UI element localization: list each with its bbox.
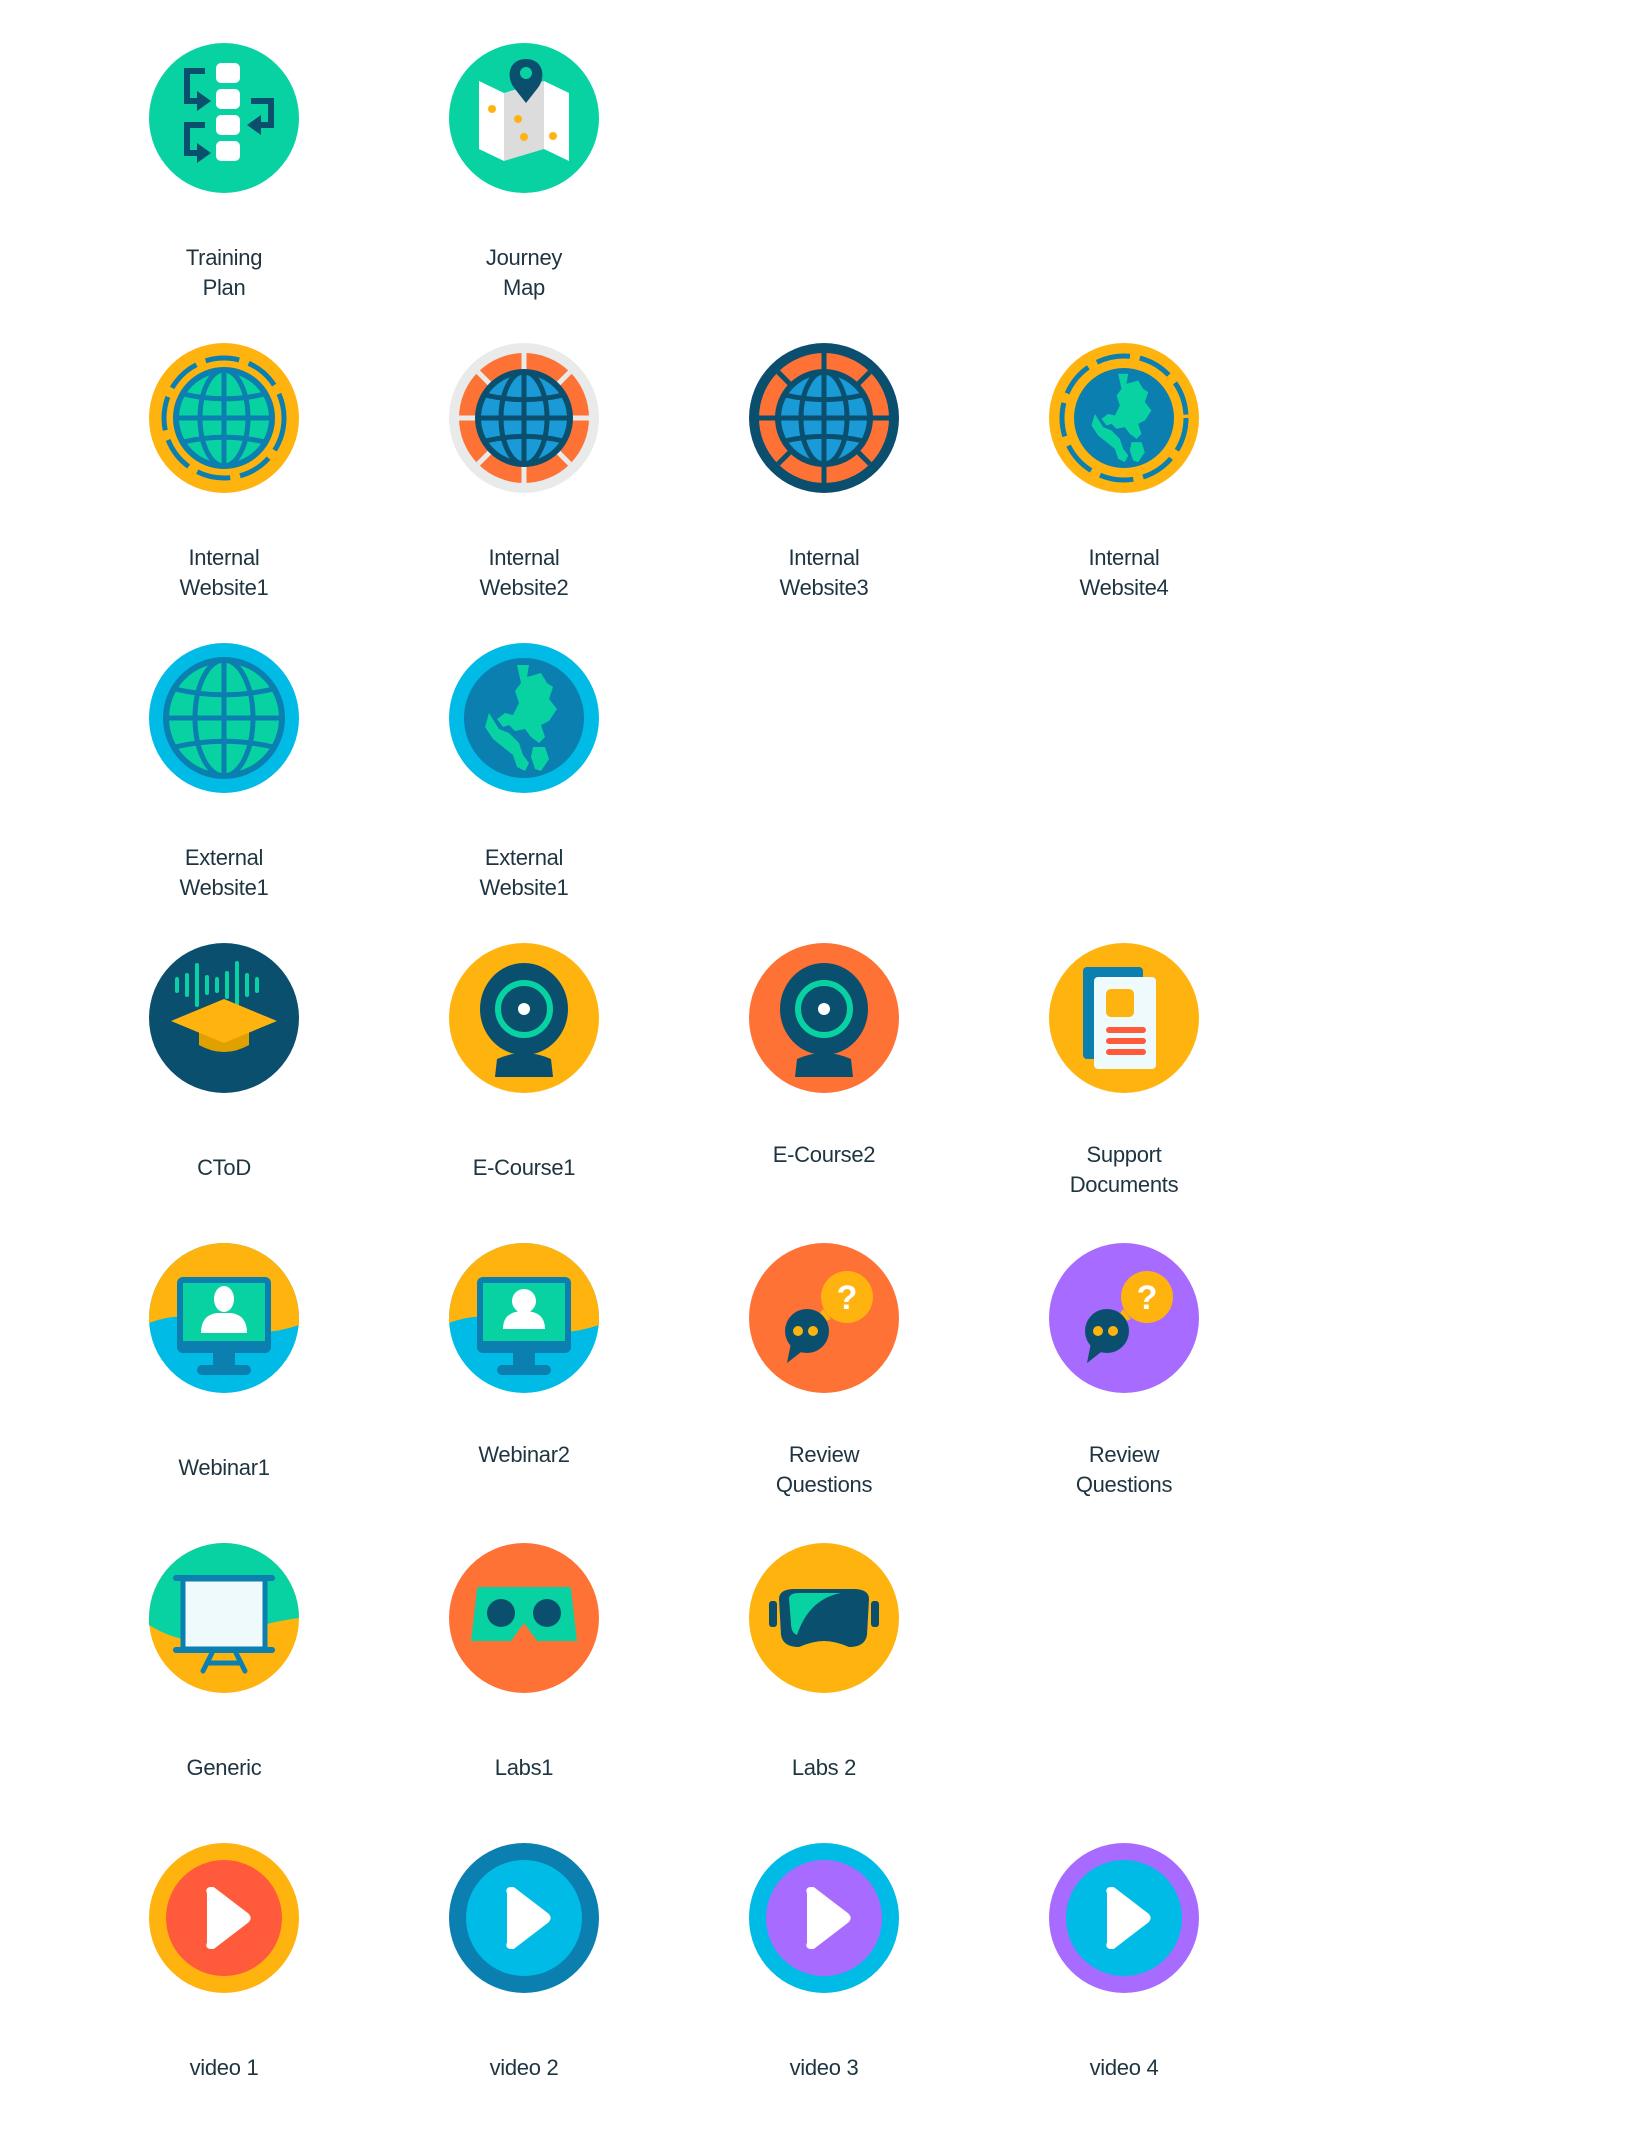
globe-icon xyxy=(149,643,299,793)
tile-label: Labs1 xyxy=(394,1753,654,1783)
tile-label-line: CToD xyxy=(197,1155,251,1180)
tile-label: E-Course2 xyxy=(694,1140,954,1170)
training-plan-icon xyxy=(149,43,299,193)
tile-label-line: Training xyxy=(185,245,263,270)
tile-label: E-Course1 xyxy=(394,1153,654,1183)
tile-label-line: Internal xyxy=(188,545,260,570)
tile-label: Webinar1 xyxy=(94,1453,354,1483)
tile-label-line: Labs1 xyxy=(494,1755,554,1780)
tile-label: Internal Website2 xyxy=(394,543,654,603)
tile-label: Review Questions xyxy=(694,1440,954,1500)
tile-label: Support Documents xyxy=(994,1140,1254,1200)
tile-label: Journey Map xyxy=(394,243,654,303)
play-icon xyxy=(749,1843,899,1993)
globe-icon xyxy=(149,343,299,493)
tile-label-line: Website1 xyxy=(179,875,269,900)
webcam-icon xyxy=(749,943,899,1093)
tile-label: CToD xyxy=(94,1153,354,1183)
presentation-board-icon xyxy=(149,1543,299,1693)
journey-map-icon xyxy=(449,43,599,193)
tile-label-line: Webinar1 xyxy=(178,1455,270,1480)
tile-label-line: External xyxy=(484,845,564,870)
tile-label-line: Review xyxy=(788,1442,860,1467)
tile-label-line: video 3 xyxy=(789,2055,859,2080)
tile-label: Generic xyxy=(94,1753,354,1783)
tile-label-line: Website4 xyxy=(1079,575,1169,600)
svg-text:?: ? xyxy=(837,1279,858,1317)
tile-label-line: video 2 xyxy=(489,2055,559,2080)
tile-label: video 3 xyxy=(694,2053,954,2083)
tile-label-line: Support xyxy=(1086,1142,1162,1167)
tile-label: video 2 xyxy=(394,2053,654,2083)
tile-label-line: E-Course1 xyxy=(472,1155,576,1180)
play-icon xyxy=(449,1843,599,1993)
tile-label: video 4 xyxy=(994,2053,1254,2083)
tile-label: Internal Website1 xyxy=(94,543,354,603)
tile-label-line: video 4 xyxy=(1089,2055,1159,2080)
tile-label-line: Labs 2 xyxy=(791,1755,857,1780)
tile-label-line: Internal xyxy=(1088,545,1160,570)
tile-label-line: Website3 xyxy=(779,575,869,600)
tile-label: Internal Website4 xyxy=(994,543,1254,603)
tile-label-line: Website2 xyxy=(479,575,569,600)
tile-label-line: E-Course2 xyxy=(772,1142,876,1167)
chat-question-icon: ? xyxy=(1049,1243,1199,1393)
tile-label-line: Journey xyxy=(485,245,563,270)
play-icon xyxy=(1049,1843,1199,1993)
earth-icon xyxy=(449,643,599,793)
tile-label-line: Map xyxy=(503,275,545,300)
tile-label-line: External xyxy=(184,845,264,870)
tile-label: Labs 2 xyxy=(694,1753,954,1783)
tile-label-line: Internal xyxy=(788,545,860,570)
vr-headset-icon xyxy=(749,1543,899,1693)
tile-label-line: Review xyxy=(1088,1442,1160,1467)
chat-question-icon: ? xyxy=(749,1243,899,1393)
globe-icon xyxy=(749,343,899,493)
svg-text:?: ? xyxy=(1137,1279,1158,1317)
tile-label-line: Webinar2 xyxy=(478,1442,570,1467)
tile-label-line: Website1 xyxy=(479,875,569,900)
document-icon xyxy=(1049,943,1199,1093)
tile-label: video 1 xyxy=(94,2053,354,2083)
monitor-user-icon xyxy=(149,1243,299,1393)
tile-label: Review Questions xyxy=(994,1440,1254,1500)
tile-label: Webinar2 xyxy=(394,1440,654,1470)
tile-label-line: Generic xyxy=(186,1755,262,1780)
vr-cardboard-icon xyxy=(449,1543,599,1693)
tile-label-line: video 1 xyxy=(189,2055,259,2080)
tile-label: Training Plan xyxy=(94,243,354,303)
tile-label: External Website1 xyxy=(94,843,354,903)
tile-label: Internal Website3 xyxy=(694,543,954,603)
tile-label-line: Website1 xyxy=(179,575,269,600)
tile-label-line: Questions xyxy=(775,1472,873,1497)
tile-label: External Website1 xyxy=(394,843,654,903)
globe-icon xyxy=(449,343,599,493)
play-icon xyxy=(149,1843,299,1993)
graduation-cap-icon xyxy=(149,943,299,1093)
tile-label-line: Questions xyxy=(1075,1472,1173,1497)
webcam-icon xyxy=(449,943,599,1093)
earth-icon xyxy=(1049,343,1199,493)
tile-label-line: Documents xyxy=(1069,1172,1179,1197)
monitor-user-icon xyxy=(449,1243,599,1393)
tile-label-line: Internal xyxy=(488,545,560,570)
tile-label-line: Plan xyxy=(202,275,246,300)
